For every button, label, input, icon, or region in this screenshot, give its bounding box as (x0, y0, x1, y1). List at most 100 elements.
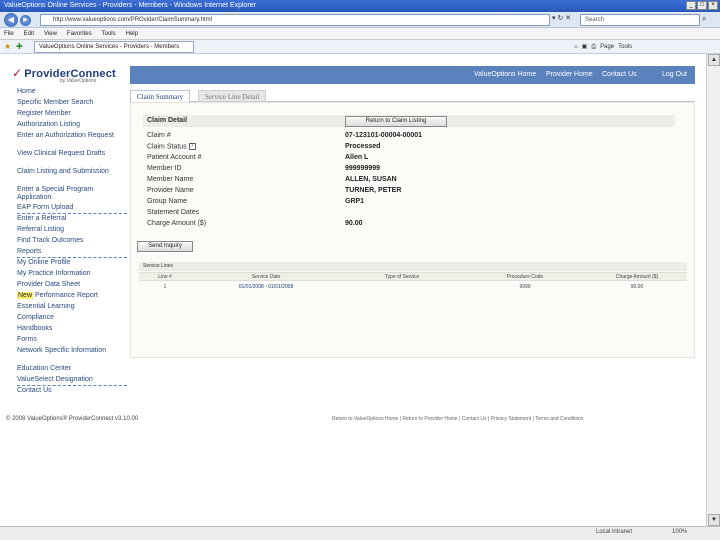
send-inquiry-button[interactable]: Send Inquiry (137, 241, 193, 252)
sidebar-item-compliance[interactable]: Compliance (17, 314, 127, 322)
col-procedure-code: Procedure Code (506, 274, 544, 280)
sidebar-item-contact-us[interactable]: Contact Us (17, 387, 127, 395)
top-navigation: ValueOptions Home Provider Home Contact … (130, 66, 695, 84)
sidebar-item-valueselect[interactable]: ValueSelect Designation (17, 376, 127, 386)
claim-tabs: Claim Summary Service Line Detail (130, 90, 695, 102)
sidebar-item-home[interactable]: Home (17, 88, 127, 96)
service-lines-header: Line # Service Date Type of Service Proc… (139, 272, 687, 281)
row-charge-amount: 90.00 (630, 284, 644, 290)
sidebar-item-special-program[interactable]: Enter a Special Program Application (17, 186, 127, 202)
sidebar-item-reports[interactable]: Reports (17, 248, 127, 258)
maximize-button[interactable]: □ (697, 1, 707, 10)
row-service-date-link[interactable]: 01/01/2008 - 01/01/2008 (191, 282, 341, 292)
menu-edit[interactable]: Edit (24, 28, 34, 39)
nav-log-out[interactable]: Log Out (662, 66, 687, 84)
menu-file[interactable]: File (4, 28, 14, 39)
window-titlebar: ValueOptions Online Services - Providers… (0, 0, 720, 12)
scroll-up-icon[interactable]: ▲ (708, 54, 720, 66)
sidebar-item-eap-upload[interactable]: EAP Form Upload (17, 204, 127, 214)
info-icon[interactable]: ? (188, 143, 196, 150)
zoom-level[interactable]: 100% (672, 529, 687, 535)
sidebar-item-provider-data-sheet[interactable]: Provider Data Sheet (17, 281, 127, 289)
window-title: ValueOptions Online Services - Providers… (4, 2, 256, 9)
member-name-value: ALLEN, SUSAN (345, 176, 397, 183)
refresh-icon[interactable]: ▾ ↻ ✕ (552, 14, 571, 22)
sidebar-item-clinical-drafts[interactable]: View Clinical Request Drafts (17, 150, 127, 158)
back-button[interactable]: ◀ (4, 13, 18, 27)
favorites-star-icon[interactable]: ★ (4, 42, 11, 51)
patient-account-value: Allen L (345, 154, 369, 161)
col-type-of-service: Type of Service (384, 274, 420, 280)
patient-account-label: Patient Account # (147, 154, 202, 161)
sidebar-item-enter-authorization[interactable]: Enter an Authorization Request (17, 132, 127, 140)
nav-valueoptions-home[interactable]: ValueOptions Home (474, 66, 536, 84)
menu-favorites[interactable]: Favorites (67, 28, 92, 39)
sidebar-item-referral-listing[interactable]: Referral Listing (17, 226, 127, 234)
feeds-icon[interactable]: ▣ (582, 42, 588, 52)
footer-links[interactable]: Return to ValueOptions Home | Return to … (332, 416, 584, 422)
provider-name-value: TURNER, PETER (345, 187, 402, 194)
row-procedure-code: 9999 (519, 284, 531, 290)
address-bar-row: ◀ ▶ http://www.valueoptions.com/PROvider… (0, 12, 720, 28)
sidebar-item-online-profile[interactable]: My Online Profile (17, 259, 127, 267)
sidebar-item-member-search[interactable]: Specific Member Search (17, 99, 127, 107)
sidebar-item-handbooks[interactable]: Handbooks (17, 325, 127, 333)
copyright-text: © 2008 ValueOptions® ProviderConnect v3.… (6, 416, 139, 422)
claim-status-label-text: Claim Status (147, 143, 187, 151)
sidebar-item-label: Performance Report (34, 292, 98, 299)
menu-view[interactable]: View (44, 28, 57, 39)
close-button[interactable]: × (708, 1, 718, 10)
sidebar-item-performance-report[interactable]: New Performance Report (17, 292, 127, 300)
claim-status-label: Claim Status? (147, 143, 196, 151)
claim-number-label: Claim # (147, 132, 171, 139)
claim-summary-panel: Claim Detail Return to Claim Listing Cla… (130, 102, 695, 358)
tab-claim-summary[interactable]: Claim Summary (130, 90, 191, 102)
vertical-scrollbar[interactable]: ▲ ▼ (706, 54, 720, 526)
sidebar-item-education-center[interactable]: Education Center (17, 365, 127, 373)
logo-subtitle: by ValueOptions (60, 78, 97, 84)
print-icon[interactable]: ⎙ (591, 42, 596, 52)
browser-tab[interactable]: ValueOptions Online Services - Providers… (34, 41, 194, 53)
sidebar-item-practice-information[interactable]: My Practice Information (17, 270, 127, 278)
menu-tools[interactable]: Tools (102, 28, 116, 39)
menu-help[interactable]: Help (126, 28, 138, 39)
home-icon[interactable]: ⌂ (574, 42, 578, 52)
web-page: ✓ ProviderConnect by ValueOptions ValueOp… (0, 54, 706, 526)
favorites-bar: ★ ✚ ValueOptions Online Services - Provi… (0, 40, 720, 54)
col-service-date: Service Date (251, 274, 281, 280)
table-row[interactable]: 1 01/01/2008 - 01/01/2008 9999 90.00 (139, 282, 687, 292)
sidebar-item-essential-learning[interactable]: Essential Learning (17, 303, 127, 311)
add-favorite-icon[interactable]: ✚ (16, 42, 23, 51)
sidebar-item-track-outcomes[interactable]: Find Track Outcomes (17, 237, 127, 245)
url-input[interactable]: http://www.valueoptions.com/PROvider/Cla… (40, 14, 550, 26)
return-to-claim-listing-button[interactable]: Return to Claim Listing (345, 116, 447, 127)
group-name-label: Group Name (147, 198, 188, 205)
member-id-label: Member ID (147, 165, 182, 172)
sidebar-item-forms[interactable]: Forms (17, 336, 127, 344)
forward-button[interactable]: ▶ (20, 15, 31, 26)
window-controls: _ □ × (686, 1, 718, 10)
command-bar: ⌂ ▣ ⎙ Page Tools (574, 42, 632, 52)
sidebar-item-authorization-listing[interactable]: Authorization Listing (17, 121, 127, 129)
checkmark-icon: ✓ (12, 66, 23, 80)
scroll-down-icon[interactable]: ▼ (708, 514, 720, 526)
statement-dates-label: Statement Dates (147, 209, 200, 216)
nav-provider-home[interactable]: Provider Home (546, 66, 593, 84)
status-bar: Local intranet 100% (0, 526, 720, 540)
claim-detail-title: Claim Detail (147, 117, 188, 124)
claim-status-value: Processed (345, 143, 381, 150)
search-icon[interactable]: ⌕ (702, 14, 706, 24)
page-menu[interactable]: Page (600, 42, 614, 52)
security-zone: Local intranet (596, 529, 633, 535)
search-input[interactable]: Search (580, 14, 700, 26)
sidebar-item-register-member[interactable]: Register Member (17, 110, 127, 118)
sidebar-item-enter-referral[interactable]: Enter a Referral (17, 215, 127, 223)
tools-menu[interactable]: Tools (618, 42, 632, 52)
sidebar-item-claim-listing[interactable]: Claim Listing and Submission (17, 168, 127, 176)
service-lines-section: Service Lines Line # Service Date Type o… (139, 262, 687, 298)
tab-service-line-detail[interactable]: Service Line Detail (198, 90, 267, 102)
nav-contact-us[interactable]: Contact Us (602, 66, 637, 84)
sidebar-item-network-info[interactable]: Network Specific Information (17, 347, 127, 355)
claim-detail-header: Claim Detail Return to Claim Listing (143, 115, 675, 127)
minimize-button[interactable]: _ (686, 1, 696, 10)
